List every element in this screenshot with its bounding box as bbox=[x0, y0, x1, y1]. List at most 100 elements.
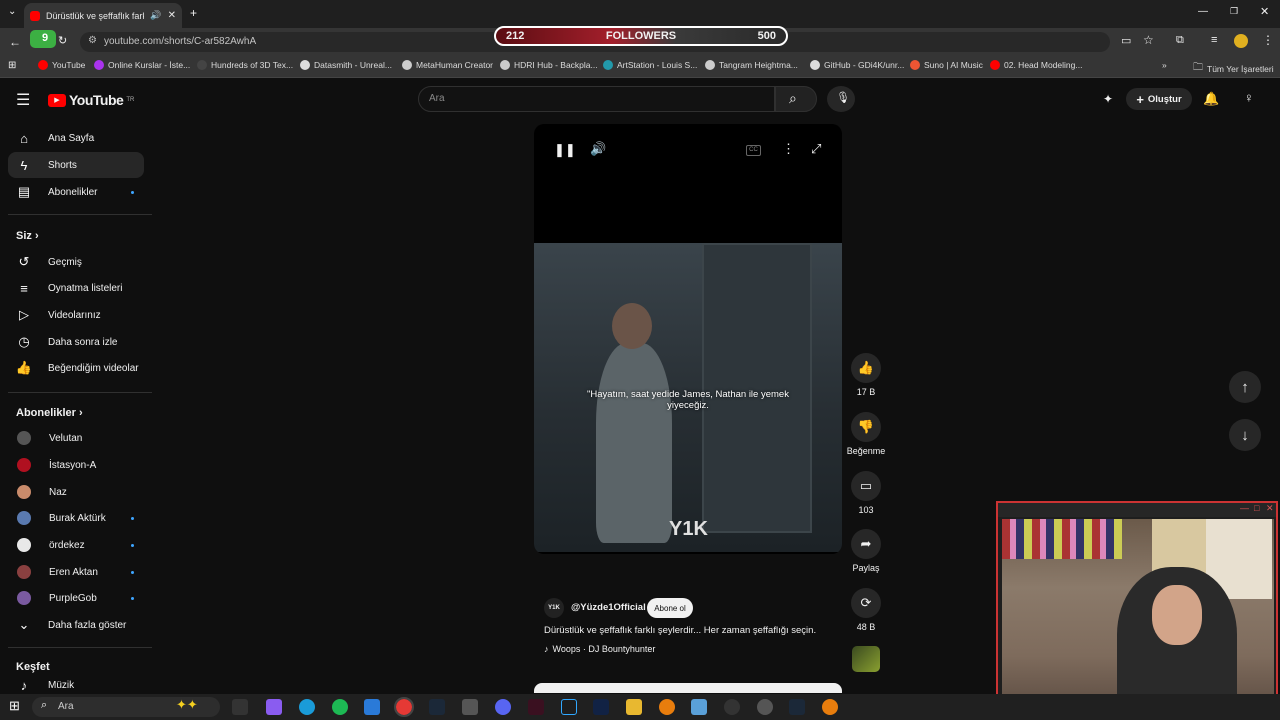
steam-icon[interactable] bbox=[429, 699, 445, 715]
sidebar-item-home[interactable]: ⌂ Ana Sayfa bbox=[8, 125, 144, 151]
minimize-icon[interactable]: — bbox=[1198, 6, 1208, 17]
bookmark-item[interactable]: Suno | AI Music bbox=[910, 60, 983, 70]
bookmark-item[interactable]: HDRI Hub - Backpla... bbox=[500, 60, 598, 70]
subscription-item[interactable]: Burak Aktürk bbox=[8, 505, 144, 531]
subscribe-button[interactable]: Abone ol bbox=[647, 598, 693, 618]
bookmark-star-icon[interactable]: ☆ bbox=[1143, 33, 1154, 47]
short-video-player[interactable]: ❚❚ 🔊 CC ⋮ ⤢ "Hayatım, saat yedide James,… bbox=[534, 124, 842, 554]
youtube-logo[interactable]: ▶ YouTube TR bbox=[48, 92, 134, 108]
spotify-icon[interactable] bbox=[332, 699, 348, 715]
subscription-item[interactable]: Naz bbox=[8, 479, 144, 505]
next-short-preview[interactable] bbox=[534, 683, 842, 693]
short-description[interactable]: Dürüstlük ve şeffaflık farklı şeylerdir.… bbox=[544, 625, 844, 636]
account-icon[interactable]: ♀ bbox=[1244, 90, 1254, 105]
close-window-icon[interactable]: ✕ bbox=[1260, 5, 1269, 18]
sidebar-item-music[interactable]: ♪ Müzik bbox=[8, 677, 144, 693]
browser-tab[interactable]: Dürüstlük ve şeffaflık farklı ş 🔊 ✕ bbox=[24, 3, 182, 28]
volume-icon[interactable]: 🔊 bbox=[590, 141, 606, 157]
windows-start-icon[interactable]: ⊞ bbox=[9, 698, 20, 714]
hamburger-menu-icon[interactable]: ☰ bbox=[16, 90, 30, 110]
search-input[interactable]: Ara bbox=[418, 86, 775, 112]
bookmark-item[interactable]: Tangram Heightma... bbox=[705, 60, 798, 70]
minimize-icon[interactable]: — bbox=[1240, 503, 1249, 513]
reload-icon[interactable]: ↻ bbox=[58, 34, 67, 47]
close-tab-icon[interactable]: ✕ bbox=[168, 10, 176, 21]
restore-icon[interactable]: ❐ bbox=[1230, 6, 1238, 17]
chrome-icon[interactable] bbox=[394, 697, 414, 717]
steam-icon[interactable] bbox=[789, 699, 805, 715]
site-info-icon[interactable]: ⚙ bbox=[88, 35, 97, 46]
bookmark-item[interactable]: YouTube bbox=[38, 60, 85, 70]
sidebar-item-your-videos[interactable]: ▷ Videolarınız bbox=[8, 302, 144, 328]
sidebar-item-playlists[interactable]: ≡ Oynatma listeleri bbox=[8, 275, 144, 301]
bookmark-item[interactable]: Online Kurslar - İste... bbox=[94, 60, 190, 70]
remix-button[interactable]: ⟳ 48 B bbox=[846, 588, 886, 632]
search-button[interactable]: ⌕ bbox=[775, 86, 817, 112]
media-control-icon[interactable]: ≡ bbox=[1211, 34, 1217, 46]
speaker-icon[interactable]: 🔊 bbox=[150, 10, 161, 21]
bookmark-item[interactable]: GitHub - GDi4K/unr... bbox=[810, 60, 904, 70]
app-icon[interactable] bbox=[757, 699, 773, 715]
discord-icon[interactable] bbox=[495, 699, 511, 715]
app-icon[interactable] bbox=[691, 699, 707, 715]
bookmark-item[interactable]: Datasmith - Unreal... bbox=[300, 60, 392, 70]
profile-badge[interactable]: 9 bbox=[30, 30, 56, 48]
bookmark-item[interactable]: MetaHuman Creator bbox=[402, 60, 493, 70]
create-button[interactable]: + Oluştur bbox=[1126, 88, 1192, 110]
extensions-icon[interactable]: ⧉ bbox=[1176, 34, 1184, 47]
notifications-bell-icon[interactable]: 🔔 bbox=[1203, 91, 1219, 107]
sidebar-item-watch-later[interactable]: ◷ Daha sonra izle bbox=[8, 329, 144, 355]
next-short-button[interactable]: ↓ bbox=[1229, 419, 1261, 451]
photoshop-icon[interactable] bbox=[561, 699, 577, 715]
blender-icon[interactable] bbox=[659, 699, 675, 715]
dislike-button[interactable]: 👎 Beğenme bbox=[846, 412, 886, 456]
more-bookmarks-icon[interactable]: » bbox=[1162, 60, 1167, 70]
all-bookmarks[interactable]: 🗀 Tüm Yer İşaretleri bbox=[1193, 60, 1274, 77]
browser-menu-icon[interactable]: ⋮ bbox=[1262, 33, 1274, 47]
store-icon[interactable] bbox=[364, 699, 380, 715]
sidebar-item-shorts[interactable]: ϟ Shorts bbox=[8, 152, 144, 178]
you-section-header[interactable]: Siz › bbox=[16, 230, 39, 242]
captions-icon[interactable]: CC bbox=[746, 145, 761, 156]
task-view-icon[interactable] bbox=[232, 699, 248, 715]
edge-icon[interactable] bbox=[299, 699, 315, 715]
blender-icon[interactable] bbox=[822, 699, 838, 715]
audio-thumbnail[interactable] bbox=[852, 646, 880, 672]
share-button[interactable]: ➦ Paylaş bbox=[846, 529, 886, 573]
app-icon[interactable] bbox=[593, 699, 609, 715]
close-icon[interactable]: ✕ bbox=[1266, 503, 1274, 514]
bookmark-item[interactable]: Hundreds of 3D Tex... bbox=[197, 60, 293, 70]
tab-list-icon[interactable]: ⌄ bbox=[8, 6, 16, 17]
sidebar-item-liked-videos[interactable]: 👍 Beğendiğim videolar bbox=[8, 355, 144, 381]
ai-sparkle-icon[interactable]: ✦ bbox=[1103, 92, 1113, 106]
music-link[interactable]: ♪ Woops · DJ Bountyhunter bbox=[544, 644, 655, 654]
pause-icon[interactable]: ❚❚ bbox=[554, 142, 576, 158]
channel-name[interactable]: @Yüzde1Official bbox=[571, 602, 646, 613]
maximize-icon[interactable]: □ bbox=[1254, 503, 1259, 513]
new-tab-icon[interactable]: + bbox=[190, 6, 197, 20]
bookmark-item[interactable]: ArtStation - Louis S... bbox=[603, 60, 697, 70]
cast-icon[interactable]: ▭ bbox=[1121, 34, 1131, 47]
more-options-icon[interactable]: ⋮ bbox=[782, 141, 795, 157]
app-icon[interactable] bbox=[528, 699, 544, 715]
show-more-button[interactable]: ⌄ Daha fazla göster bbox=[8, 612, 144, 638]
apps-grid-icon[interactable]: ⊞ bbox=[8, 60, 16, 71]
subscription-item[interactable]: İstasyon-A bbox=[8, 452, 144, 478]
sidebar-item-subscriptions[interactable]: ▤ Abonelikler bbox=[8, 179, 144, 205]
subscription-item[interactable]: Velutan bbox=[8, 425, 144, 451]
copilot-icon[interactable] bbox=[266, 699, 282, 715]
app-icon[interactable] bbox=[462, 699, 478, 715]
file-explorer-icon[interactable] bbox=[626, 699, 642, 715]
voice-search-button[interactable]: 🎙 bbox=[827, 86, 855, 112]
back-arrow-icon[interactable]: ← bbox=[9, 35, 21, 49]
comments-button[interactable]: ▭ 103 bbox=[846, 471, 886, 515]
previous-short-button[interactable]: ↑ bbox=[1229, 371, 1261, 403]
sidebar-item-history[interactable]: ↺ Geçmiş bbox=[8, 249, 144, 275]
subscription-item[interactable]: Eren Aktan bbox=[8, 559, 144, 585]
like-button[interactable]: 👍 17 B bbox=[846, 353, 886, 397]
subscription-item[interactable]: PurpleGob bbox=[8, 585, 144, 611]
app-icon[interactable] bbox=[724, 699, 740, 715]
channel-avatar[interactable]: Y1K bbox=[544, 598, 564, 618]
subscriptions-section-header[interactable]: Abonelikler › bbox=[16, 407, 83, 419]
subscription-item[interactable]: ördekez bbox=[8, 532, 144, 558]
